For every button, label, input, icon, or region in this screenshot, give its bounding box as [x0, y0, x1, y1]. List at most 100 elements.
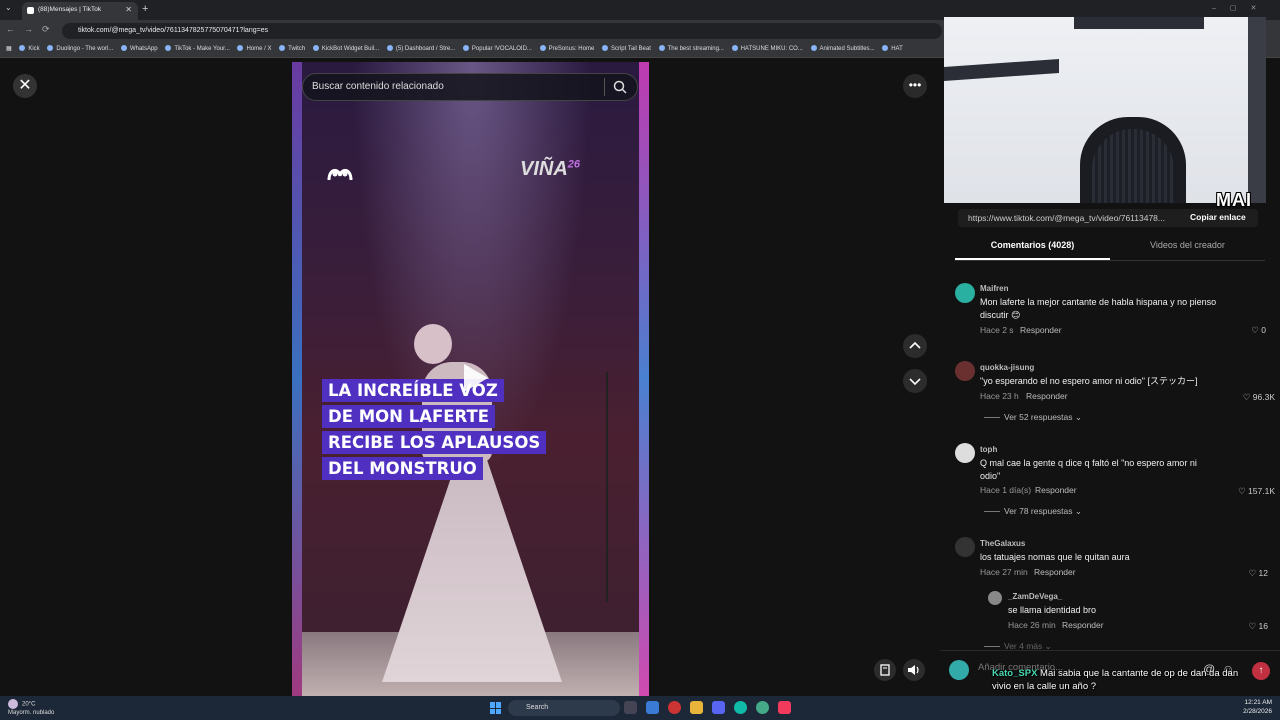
volume-icon — [908, 665, 919, 675]
mic-stand — [606, 372, 608, 602]
like-count[interactable]: ♡ 16 — [1218, 621, 1268, 632]
chevron-up-icon — [909, 341, 921, 349]
reply-button[interactable]: Responder — [1035, 485, 1077, 495]
comment-username[interactable]: toph — [980, 445, 997, 454]
comment-time: Hace 2 s — [980, 325, 1014, 335]
browser-tab[interactable]: (88)Mensajes | TikTok ✕ — [22, 2, 138, 20]
avatar[interactable] — [988, 591, 1002, 605]
comment-text: Mon laferte la mejor cantante de habla h… — [980, 297, 1217, 320]
bookmark-item[interactable]: HATSUNE MIKU: CO... — [731, 41, 803, 57]
report-icon — [880, 664, 890, 676]
search-icon[interactable] — [612, 79, 628, 95]
app-icon[interactable] — [734, 701, 747, 714]
like-count[interactable]: ♡ 157.1K — [1225, 486, 1275, 497]
bookmark-item[interactable]: KickBot Widget Buil... — [312, 41, 379, 57]
reply-button[interactable]: Responder — [1062, 620, 1104, 630]
comment-time: Hace 27 min — [980, 567, 1028, 577]
like-count[interactable]: ♡ 0 — [1216, 325, 1266, 336]
related-search-input[interactable]: Buscar contenido relacionado — [302, 73, 638, 101]
bookmark-item[interactable]: PreSonus: Home — [539, 41, 594, 57]
task-view-icon[interactable] — [624, 701, 637, 714]
taskbar — [0, 696, 1280, 720]
stream-chat-message: Kato_SPX Mai sabia que la cantante de op… — [992, 667, 1250, 693]
weather-icon — [8, 699, 18, 709]
music-app-icon[interactable] — [778, 701, 791, 714]
bookmark-item[interactable]: Twitch — [279, 41, 305, 57]
widgets-icon[interactable] — [646, 701, 659, 714]
my-avatar — [949, 660, 969, 680]
avatar[interactable] — [955, 283, 975, 303]
comment-username[interactable]: TheGalaxus — [980, 539, 1025, 548]
search-divider — [604, 78, 605, 96]
next-video-button[interactable] — [903, 369, 927, 393]
bookmark-item[interactable]: Animated Subtitles... — [810, 41, 875, 57]
caption-line: LA INCREÍBLE VOZ — [322, 379, 546, 402]
copy-link-button[interactable]: Copiar enlace — [1190, 212, 1246, 222]
reply-button[interactable]: Responder — [1034, 567, 1076, 577]
comment-text: los tatuajes nomas que le quitan aura — [980, 552, 1130, 562]
previous-video-button[interactable] — [903, 334, 927, 358]
comment-username[interactable]: _ZamDeVega_ — [1008, 592, 1062, 601]
chevron-down-icon — [909, 378, 921, 386]
tab-close-icon[interactable]: ✕ — [125, 2, 132, 18]
bookmark-item[interactable]: Home / X — [237, 41, 271, 57]
comment-username[interactable]: quokka-jisung — [980, 363, 1034, 372]
comment-username[interactable]: Maifren — [980, 284, 1008, 293]
comment-text: se llama identidad bro — [1008, 605, 1097, 615]
bookmark-item[interactable]: HAT — [882, 41, 903, 57]
close-button[interactable]: ✕ — [13, 74, 37, 98]
bookmark-item[interactable]: Kick — [19, 41, 40, 57]
caption-line: DE MON LAFERTE — [322, 405, 546, 428]
app-icon[interactable] — [756, 701, 769, 714]
url-text: tiktok.com/@mega_tv/video/76113478257750… — [78, 27, 269, 34]
weather-widget[interactable]: 20°C Mayorm. nublado — [8, 699, 54, 717]
view-replies-button[interactable]: Ver 52 respuestas ⌄ — [984, 412, 1082, 423]
vina-logo: VIÑA26 — [520, 158, 581, 180]
bookmark-item[interactable]: Duolingo - The worl... — [47, 41, 113, 57]
caption-line: DEL MONSTRUO — [322, 457, 546, 480]
start-button[interactable] — [490, 702, 502, 714]
like-count[interactable]: ♡ 12 — [1218, 568, 1268, 579]
streamer-label: MAI — [1216, 190, 1252, 210]
reply-button[interactable]: Responder — [1020, 325, 1062, 335]
avatar[interactable] — [955, 361, 975, 381]
window-controls[interactable]: –▢✕ — [1212, 4, 1270, 12]
report-button[interactable] — [874, 659, 896, 681]
bookmark-item[interactable]: Popular !VOCALOID... — [462, 41, 532, 57]
url-field[interactable]: tiktok.com/@mega_tv/video/76113478257750… — [62, 23, 942, 39]
taskbar-search[interactable]: Search — [508, 700, 620, 716]
file-explorer-icon[interactable] — [690, 701, 703, 714]
more-options-icon[interactable]: ••• — [903, 74, 927, 98]
nav-buttons[interactable]: ←→⟳ — [6, 24, 59, 35]
view-replies-button[interactable]: Ver 78 respuestas ⌄ — [984, 506, 1082, 517]
bookmark-item[interactable]: The best streaming... — [658, 41, 724, 57]
bookmark-item[interactable]: TikTok - Make Your... — [165, 41, 230, 57]
bookmark-item[interactable]: WhatsApp — [120, 41, 158, 57]
avatar[interactable] — [955, 443, 975, 463]
bookmark-item[interactable]: (5) Dashboard / Stre... — [386, 41, 455, 57]
play-icon[interactable] — [456, 360, 492, 396]
system-clock[interactable]: 12:21 AM 2/28/2026 — [1230, 699, 1272, 716]
reply-button[interactable]: Responder — [1026, 391, 1068, 401]
tabs-divider — [955, 260, 1265, 261]
tab-creator-videos[interactable]: Videos del creador — [1110, 240, 1265, 260]
like-count[interactable]: ♡ 96.3K — [1225, 392, 1275, 403]
video-caption: LA INCREÍBLE VOZ DE MON LAFERTE RECIBE L… — [322, 379, 547, 484]
mega-logo — [327, 169, 353, 181]
tab-search-icon[interactable]: ⌄ — [5, 3, 12, 12]
chrome-icon[interactable] — [668, 701, 681, 714]
chat-username: Kato_SPX — [992, 668, 1038, 679]
webcam-overlay — [944, 17, 1266, 203]
avatar[interactable] — [955, 537, 975, 557]
send-button[interactable]: ↑ — [1252, 662, 1270, 680]
tiktok-favicon-icon — [27, 7, 34, 14]
new-tab-icon[interactable]: + — [142, 3, 148, 15]
bookmark-item[interactable]: Script Tail Beat — [601, 41, 651, 57]
apps-icon[interactable]: ▦ — [6, 41, 12, 57]
discord-icon[interactable] — [712, 701, 725, 714]
tab-comments[interactable]: Comentarios (4028) — [955, 240, 1110, 260]
volume-button[interactable] — [903, 659, 925, 681]
comment-time: Hace 23 h — [980, 391, 1019, 401]
tab-title: (88)Mensajes | TikTok — [38, 6, 102, 13]
caption-line: RECIBE LOS APLAUSOS — [322, 431, 547, 454]
